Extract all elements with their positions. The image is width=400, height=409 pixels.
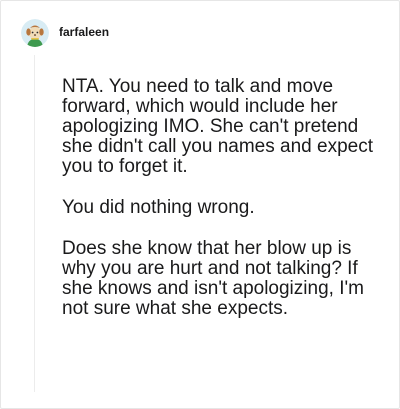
thread-collapse-line[interactable] xyxy=(34,55,35,392)
user-avatar[interactable] xyxy=(21,19,49,47)
comment-body: NTA. You need to talk and move forward, … xyxy=(62,77,384,319)
comment-card: farfaleen NTA. You need to talk and move… xyxy=(0,0,400,409)
comment-paragraph: You did nothing wrong. xyxy=(62,197,255,218)
comment-paragraph: NTA. You need to talk and move forward, … xyxy=(62,76,373,177)
comment-author-username[interactable]: farfaleen xyxy=(59,25,109,39)
comment-paragraph: Does she know that her blow up is why yo… xyxy=(62,238,364,319)
dog-avatar-icon xyxy=(21,19,49,47)
